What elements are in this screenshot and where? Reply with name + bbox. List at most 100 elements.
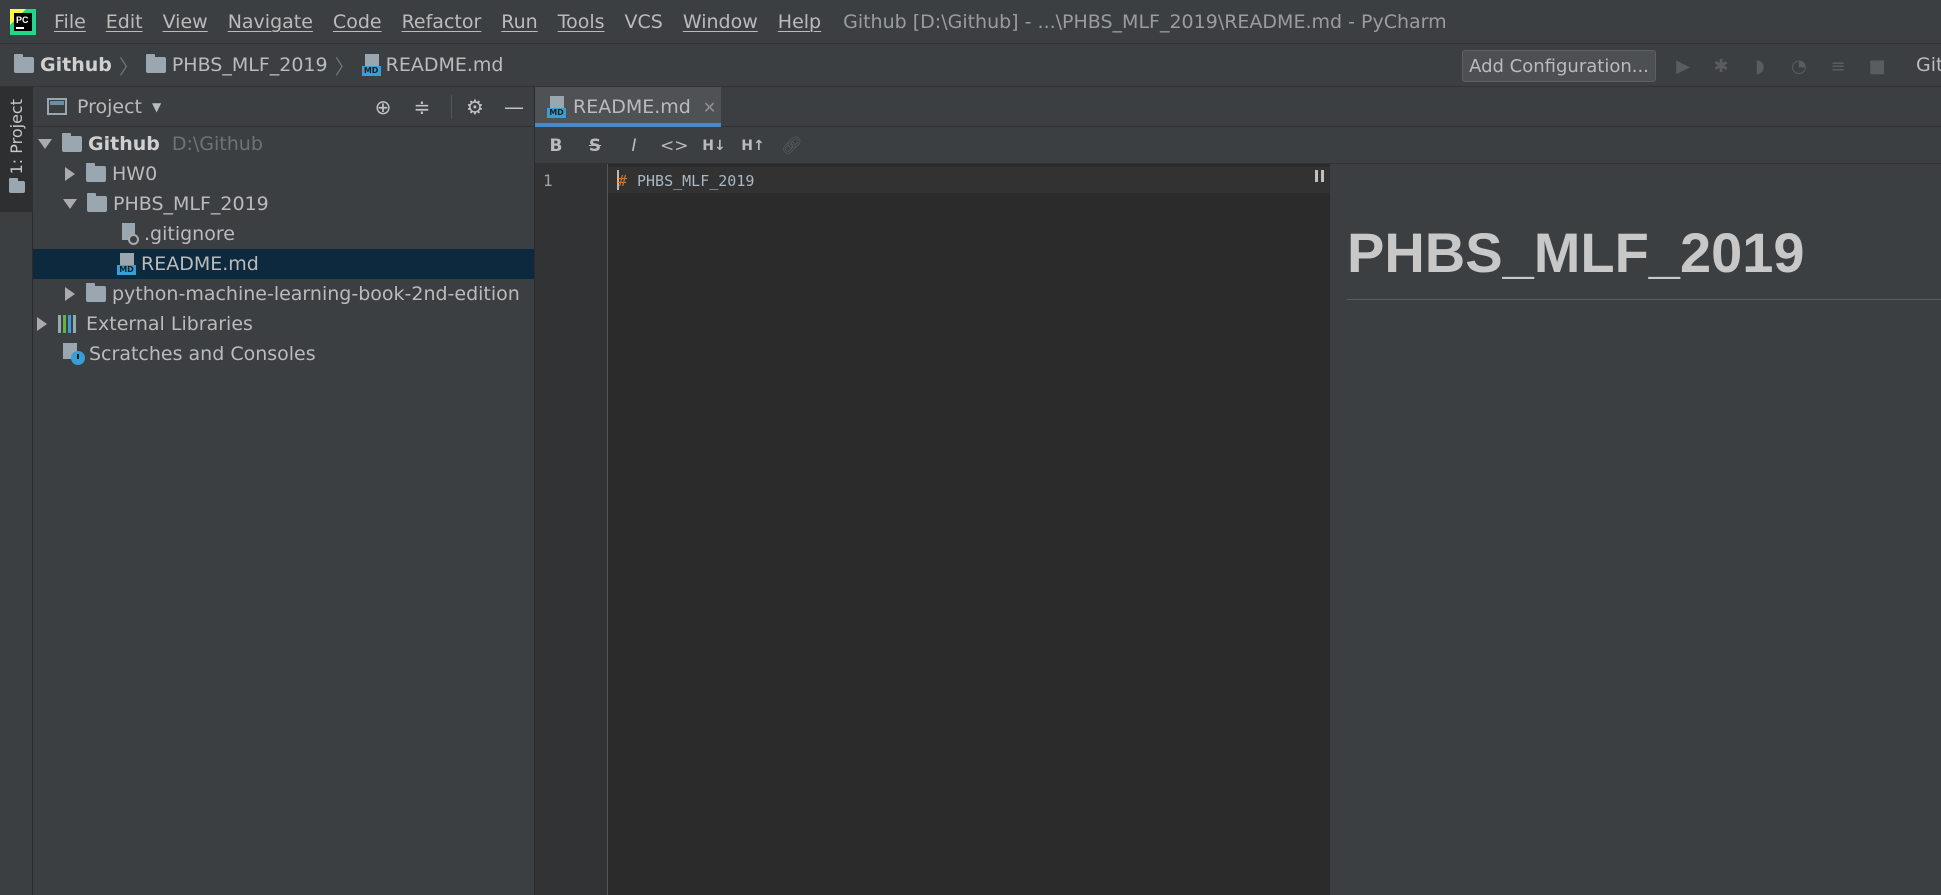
markdown-heading-marker: # xyxy=(618,172,628,190)
stop-icon[interactable]: ■ xyxy=(1866,58,1888,76)
pycharm-logo-icon: PC xyxy=(10,8,36,35)
tree-item-github-path: D:\Github xyxy=(171,133,263,155)
ignored-file-icon xyxy=(119,223,139,245)
menu-tools[interactable]: Tools xyxy=(558,11,605,33)
collapse-arrow-icon[interactable] xyxy=(65,287,75,301)
libraries-icon xyxy=(58,315,80,333)
git-label[interactable]: Git xyxy=(1916,54,1941,76)
add-configuration-button[interactable]: Add Configuration... xyxy=(1462,50,1656,82)
markdown-file-icon: MD xyxy=(117,253,136,275)
folder-icon xyxy=(9,178,25,193)
toolbar-divider xyxy=(451,95,452,119)
folder-icon xyxy=(145,54,166,73)
breadcrumb-github[interactable]: Github xyxy=(14,54,112,76)
project-view-icon xyxy=(47,98,67,115)
expand-arrow-icon[interactable] xyxy=(63,199,77,209)
menu-edit[interactable]: Edit xyxy=(106,11,143,33)
tab-readme-label: README.md xyxy=(573,96,691,118)
tree-item-github[interactable]: Github D:\Github xyxy=(33,129,534,159)
folder-icon xyxy=(62,133,82,152)
breadcrumb-github-label: Github xyxy=(40,54,112,76)
menu-file[interactable]: File xyxy=(54,11,86,33)
strikethrough-button[interactable]: S xyxy=(582,134,608,158)
run-icon[interactable]: ▶ xyxy=(1672,58,1694,76)
markdown-preview: PHBS_MLF_2019 xyxy=(1330,164,1941,895)
tree-item-external-libraries-label: External Libraries xyxy=(86,313,253,335)
markdown-file-icon: MD xyxy=(361,54,381,76)
breadcrumb: Github 〉 PHBS_MLF_2019 〉 MD README.md xyxy=(14,51,503,80)
code-line-text: PHBS_MLF_2019 xyxy=(637,172,755,190)
line-number: 1 xyxy=(543,171,553,190)
link-icon[interactable]: 🔗︎ xyxy=(779,134,805,158)
italic-button[interactable]: I xyxy=(621,134,647,158)
folder-icon xyxy=(86,163,106,182)
project-tool-tab-label: 1: Project xyxy=(7,99,26,175)
chevron-down-icon[interactable]: ▼ xyxy=(152,100,161,114)
menu-bar: PC File Edit View Navigate Code Refactor… xyxy=(0,0,1941,43)
tree-item-gitignore[interactable]: .gitignore xyxy=(33,219,534,249)
code-button[interactable]: <> xyxy=(660,134,689,158)
window-title: Github [D:\Github] - ...\PHBS_MLF_2019\R… xyxy=(843,10,1447,33)
tree-item-gitignore-label: .gitignore xyxy=(144,223,235,245)
menu-help[interactable]: Help xyxy=(778,11,821,33)
logo-lettering: PC xyxy=(16,15,29,25)
breadcrumb-readme-label: README.md xyxy=(385,54,504,76)
tree-item-book[interactable]: python-machine-learning-book-2nd-edition xyxy=(33,279,534,309)
tree-item-readme-label: README.md xyxy=(141,253,259,275)
menu-code[interactable]: Code xyxy=(333,11,382,33)
debug-icon[interactable]: ✱ xyxy=(1710,58,1732,76)
menu-run[interactable]: Run xyxy=(501,11,537,33)
project-tool-tab[interactable]: 1: Project xyxy=(0,87,33,212)
editor-tab-bar: MD README.md ✕ xyxy=(535,87,1941,127)
bold-button[interactable]: B xyxy=(543,134,569,158)
project-panel-header: Project ▼ ⊕ ≑ ⚙ — xyxy=(33,87,534,127)
tree-item-hw0[interactable]: HW0 xyxy=(33,159,534,189)
menu-vcs[interactable]: VCS xyxy=(625,11,663,33)
navigation-bar: Github 〉 PHBS_MLF_2019 〉 MD README.md Ad… xyxy=(0,43,1941,87)
locate-file-icon[interactable]: ⊕ xyxy=(371,95,395,119)
tab-readme[interactable]: MD README.md ✕ xyxy=(535,87,721,127)
preview-heading-rule xyxy=(1347,299,1941,300)
project-panel: Project ▼ ⊕ ≑ ⚙ — Github D:\Github HW0 P… xyxy=(33,87,535,895)
collapse-arrow-icon[interactable] xyxy=(37,317,47,331)
breadcrumb-phbs-label: PHBS_MLF_2019 xyxy=(171,54,328,76)
profile-icon[interactable]: ◔ xyxy=(1788,58,1810,76)
folder-icon xyxy=(86,283,106,302)
menu-view[interactable]: View xyxy=(163,11,208,33)
tree-item-readme[interactable]: MD README.md xyxy=(33,249,534,279)
tree-item-scratches-label: Scratches and Consoles xyxy=(89,343,316,365)
menu-refactor[interactable]: Refactor xyxy=(402,11,482,33)
menu-navigate[interactable]: Navigate xyxy=(228,11,313,33)
collapse-arrow-icon[interactable] xyxy=(65,167,75,181)
expand-arrow-icon[interactable] xyxy=(38,139,52,149)
tree-item-hw0-label: HW0 xyxy=(112,163,158,185)
tree-item-phbs-label: PHBS_MLF_2019 xyxy=(113,193,269,215)
folder-icon xyxy=(14,54,34,73)
tree-item-scratches[interactable]: Scratches and Consoles xyxy=(33,339,534,369)
folder-icon xyxy=(87,193,107,212)
scratches-icon xyxy=(63,343,85,365)
close-icon[interactable]: ✕ xyxy=(703,98,716,117)
breadcrumb-separator-icon: 〉 xyxy=(334,54,355,79)
preview-heading: PHBS_MLF_2019 xyxy=(1347,221,1805,284)
tree-item-phbs[interactable]: PHBS_MLF_2019 xyxy=(33,189,534,219)
header-down-button[interactable]: H↓ xyxy=(699,134,729,158)
project-panel-title[interactable]: Project xyxy=(77,96,142,118)
code-editor[interactable]: 1 # PHBS_MLF_2019 xyxy=(535,164,1330,895)
breadcrumb-phbs[interactable]: PHBS_MLF_2019 xyxy=(145,54,328,76)
markdown-file-icon: MD xyxy=(547,96,566,118)
line-gutter: 1 xyxy=(535,164,608,895)
run-concurrency-icon[interactable]: ≡ xyxy=(1827,58,1849,76)
coverage-icon[interactable]: ◗ xyxy=(1749,58,1771,76)
tree-item-github-label: Github xyxy=(88,133,160,155)
menu-window[interactable]: Window xyxy=(683,11,758,33)
hide-panel-icon[interactable]: — xyxy=(502,95,526,119)
collapse-all-icon[interactable]: ≑ xyxy=(410,95,434,119)
pause-preview-icon[interactable] xyxy=(1315,170,1325,184)
tree-item-book-label: python-machine-learning-book-2nd-edition xyxy=(112,283,520,305)
tree-item-external-libraries[interactable]: External Libraries xyxy=(33,309,534,339)
header-up-button[interactable]: H↑ xyxy=(738,134,768,158)
breadcrumb-readme[interactable]: MD README.md xyxy=(361,54,504,76)
gear-icon[interactable]: ⚙ xyxy=(463,95,487,119)
breadcrumb-separator-icon: 〉 xyxy=(118,54,139,79)
